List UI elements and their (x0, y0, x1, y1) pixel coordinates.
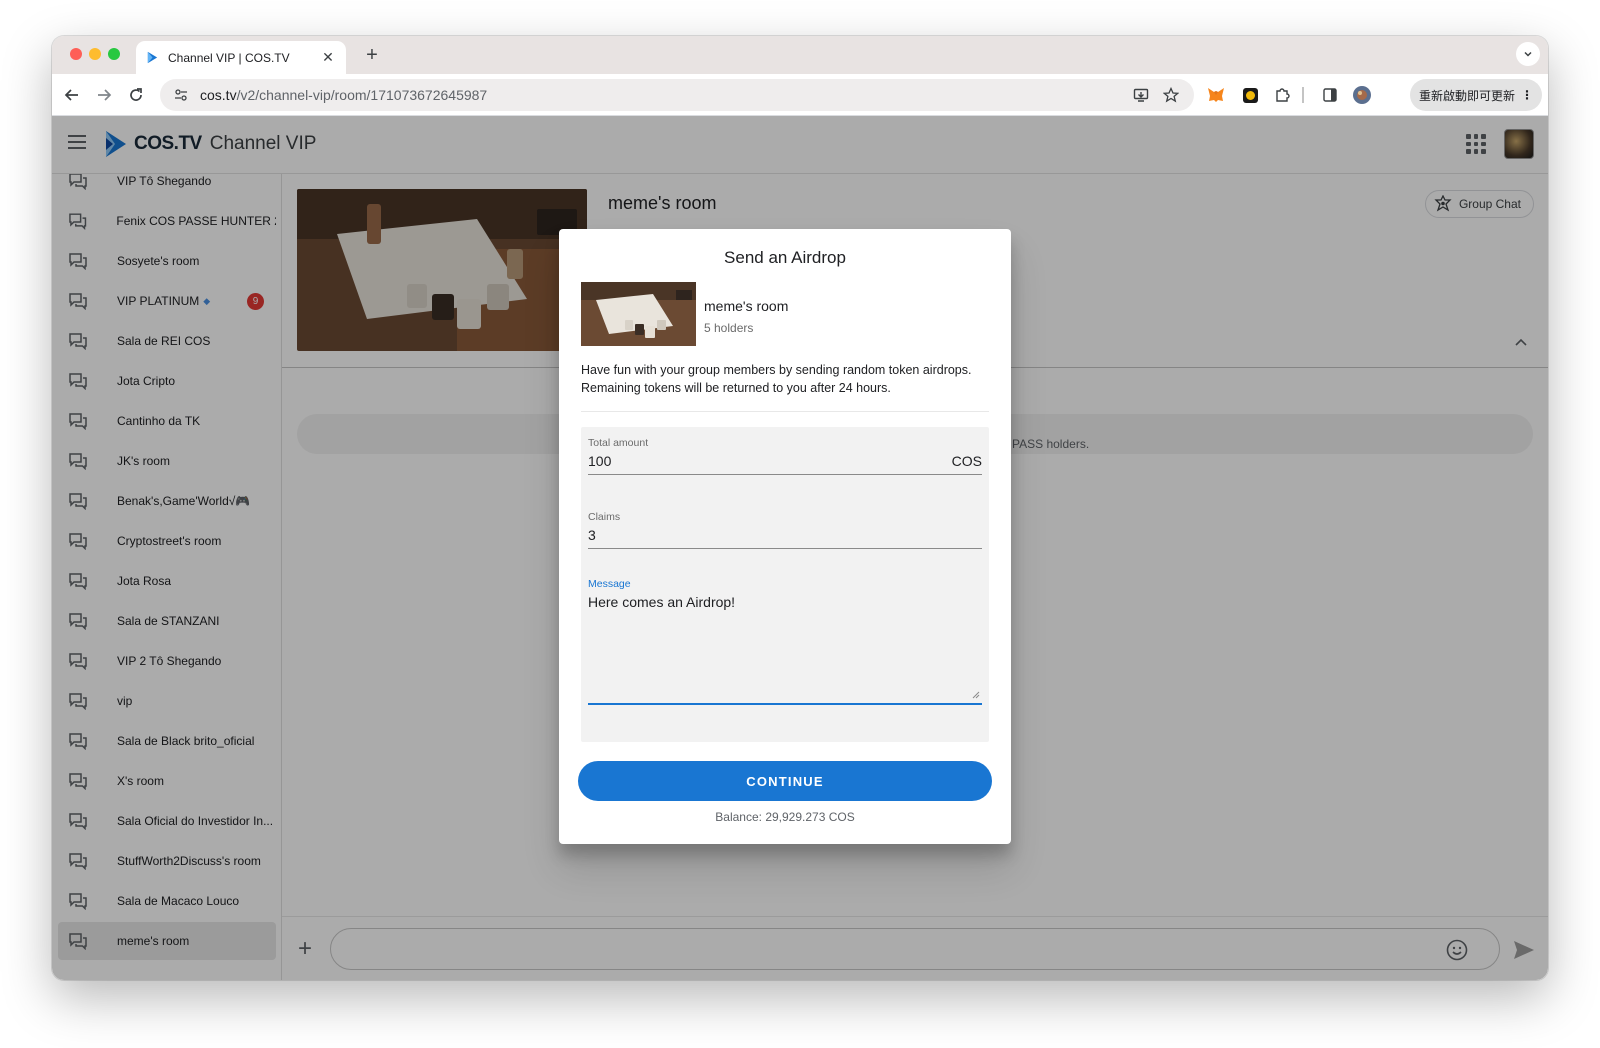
url-text: cos.tv/v2/channel-vip/room/1710736726459… (200, 87, 1122, 103)
more-menu-icon[interactable]: ⋮ (1521, 88, 1533, 102)
tab-title: Channel VIP | COS.TV (168, 50, 290, 65)
total-amount-field[interactable]: Total amount 100 COS (588, 437, 982, 475)
reload-icon (130, 88, 142, 101)
close-window-button[interactable] (70, 48, 82, 60)
update-label: 重新啟動即可更新 (1418, 88, 1515, 103)
extensions-puzzle-icon[interactable] (1270, 83, 1294, 107)
site-info-icon[interactable] (172, 86, 190, 104)
profile-icon[interactable] (1350, 83, 1374, 107)
reload-button[interactable] (124, 83, 148, 107)
url-host: cos.tv (200, 87, 237, 103)
dialog-description: Have fun with your group members by send… (581, 363, 972, 395)
claims-input[interactable]: 3 (588, 527, 596, 543)
bookmark-star-icon[interactable] (1160, 84, 1182, 106)
side-panel-icon[interactable] (1318, 83, 1342, 107)
dialog-title: Send an Airdrop (724, 248, 846, 267)
message-label: Message (588, 578, 631, 590)
browser-tab-active[interactable]: Channel VIP | COS.TV ✕ (136, 41, 346, 74)
message-underline (588, 703, 982, 705)
total-amount-input[interactable]: 100 (588, 453, 611, 469)
balance-text: Balance: 29,929.273 COS (715, 810, 855, 824)
restart-to-update-button[interactable]: 重新啟動即可更新 ⋮ (1410, 79, 1542, 111)
back-arrow-icon (64, 89, 78, 101)
forward-button[interactable] (92, 83, 116, 107)
install-app-icon[interactable] (1130, 84, 1152, 106)
resize-grip-icon[interactable] (972, 691, 980, 699)
claims-label: Claims (588, 511, 621, 523)
claims-underline (588, 548, 982, 549)
toolbar-separator (1302, 87, 1304, 103)
tab-close-icon[interactable]: ✕ (320, 49, 336, 66)
extension-coin-icon[interactable] (1238, 83, 1262, 107)
address-bar[interactable]: cos.tv/v2/channel-vip/room/1710736726459… (160, 79, 1194, 111)
message-field[interactable]: Message Here comes an Airdrop! (588, 578, 982, 705)
tab-strip: Channel VIP | COS.TV ✕ + (52, 36, 1548, 74)
chevron-down-icon (1524, 51, 1532, 57)
maximize-window-button[interactable] (108, 48, 120, 60)
send-airdrop-dialog: Send an Airdrop meme's room 5 holders Ha… (559, 229, 1011, 844)
dialog-holders-count: 5 holders (704, 321, 754, 335)
cos-tv-app: COS.TV Channel VIP VIP Tô Shegando Fenix … (52, 116, 1548, 980)
costv-favicon-icon (147, 51, 158, 64)
airdrop-form: Total amount 100 COS Claims 3 Message He… (581, 427, 989, 742)
currency-suffix: COS (951, 453, 982, 469)
dialog-divider (581, 411, 989, 412)
forward-arrow-icon (98, 89, 112, 101)
url-path: /v2/channel-vip/room/171073672645987 (236, 87, 488, 103)
minimize-window-button[interactable] (89, 48, 101, 60)
total-amount-underline (588, 474, 982, 475)
browser-toolbar: cos.tv/v2/channel-vip/room/1710736726459… (52, 74, 1548, 116)
message-textarea[interactable]: Here comes an Airdrop! (588, 594, 735, 698)
total-amount-label: Total amount (588, 437, 649, 449)
tab-search-button[interactable] (1516, 42, 1540, 66)
metamask-icon[interactable] (1204, 83, 1228, 107)
browser-window: Channel VIP | COS.TV ✕ + cos.tv/v2/chann… (52, 36, 1548, 980)
room-thumbnail (581, 282, 696, 346)
dialog-room-name: meme's room (704, 298, 789, 314)
back-button[interactable] (60, 83, 84, 107)
claims-field[interactable]: Claims 3 (588, 511, 982, 549)
new-tab-button[interactable]: + (360, 43, 384, 67)
continue-button[interactable]: CONTINUE (578, 761, 992, 801)
